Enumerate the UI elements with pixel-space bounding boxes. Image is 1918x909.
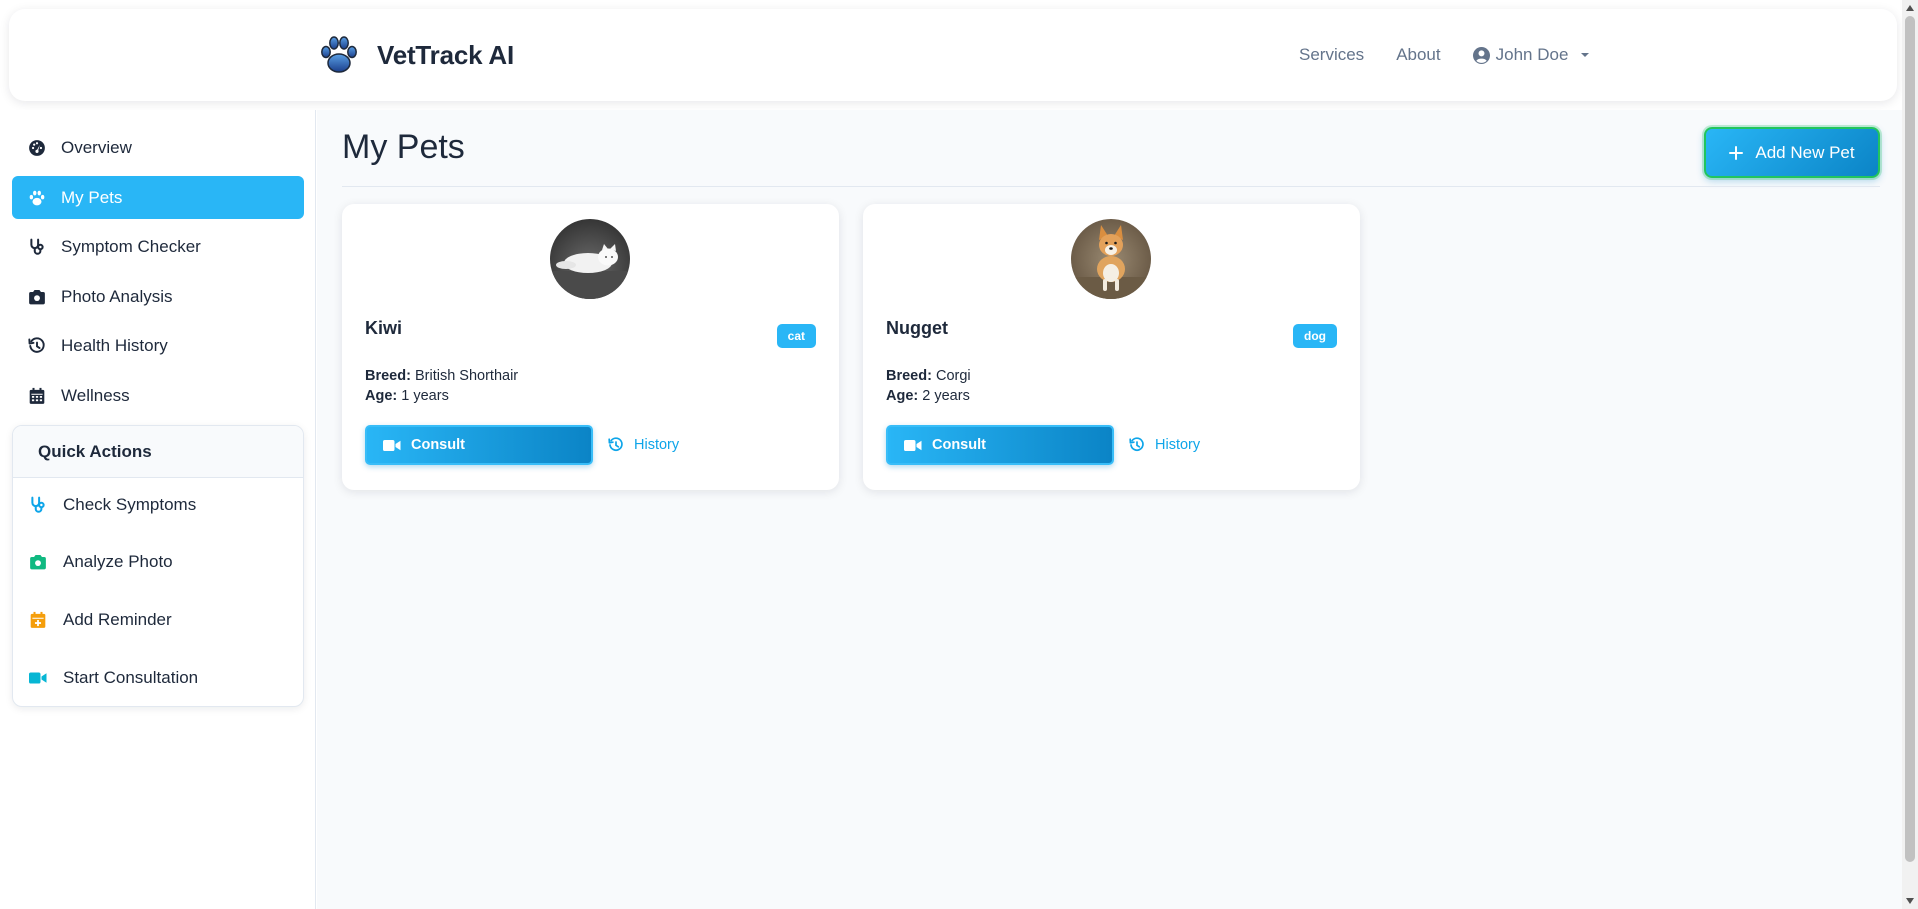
species-badge: dog bbox=[1293, 324, 1337, 348]
pet-breed: Breed: Corgi bbox=[886, 368, 971, 384]
add-new-pet-button[interactable]: Add New Pet bbox=[1704, 127, 1880, 178]
user-menu-dropdown[interactable]: John Doe bbox=[1472, 45, 1591, 65]
scroll-up-arrow-icon[interactable] bbox=[1906, 5, 1914, 11]
quick-actions-panel: Quick Actions Check Symptoms Analyze Pho… bbox=[12, 425, 304, 707]
user-name: John Doe bbox=[1495, 45, 1569, 64]
brand-name: VetTrack AI bbox=[377, 39, 515, 70]
dashboard-icon bbox=[29, 139, 45, 156]
quick-action-label: Start Consultation bbox=[63, 668, 199, 687]
calendar-icon bbox=[29, 387, 45, 404]
sidebar-item-label: Symptom Checker bbox=[61, 236, 201, 256]
breed-value: British Shorthair bbox=[414, 368, 519, 384]
quick-action-analyze-photo[interactable]: Analyze Photo bbox=[13, 540, 303, 584]
main-content: My Pets Add New Pet Kiwi cat Breed: Brit… bbox=[317, 110, 1902, 909]
caret-down-icon bbox=[1581, 53, 1590, 57]
history-label: History bbox=[634, 437, 680, 453]
add-new-pet-label: Add New Pet bbox=[1755, 142, 1855, 162]
sidebar-item-label: Overview bbox=[61, 137, 132, 157]
pet-breed: Breed: British Shorthair bbox=[365, 368, 518, 384]
camera-icon bbox=[30, 555, 46, 570]
quick-action-add-reminder[interactable]: Add Reminder bbox=[13, 598, 303, 642]
history-link[interactable]: History bbox=[608, 425, 679, 465]
stethoscope-icon bbox=[31, 496, 45, 513]
quick-action-label: Add Reminder bbox=[63, 610, 172, 629]
age-value: 1 years bbox=[401, 388, 449, 404]
paw-icon bbox=[29, 190, 45, 205]
age-value: 2 years bbox=[922, 388, 970, 404]
history-icon bbox=[608, 437, 623, 451]
age-label: Age: bbox=[365, 388, 398, 404]
top-navbar: VetTrack AI Services About John Doe bbox=[9, 9, 1897, 101]
sidebar-item-label: Wellness bbox=[61, 385, 130, 405]
breed-label: Breed: bbox=[886, 368, 932, 384]
pet-avatar-dog[interactable] bbox=[1071, 219, 1151, 299]
sidebar-item-photo-analysis[interactable]: Photo Analysis bbox=[12, 275, 304, 318]
video-icon bbox=[904, 439, 922, 451]
pet-name: Nugget bbox=[886, 318, 948, 338]
top-nav: Services About John Doe bbox=[1299, 9, 1590, 101]
nav-about-link[interactable]: About bbox=[1396, 45, 1440, 65]
sidebar-item-label: Health History bbox=[61, 335, 168, 355]
sidebar: Overview My Pets Symptom Checker Photo A… bbox=[0, 110, 316, 909]
quick-action-label: Analyze Photo bbox=[63, 552, 173, 571]
consult-button[interactable]: Consult bbox=[365, 425, 593, 465]
sidebar-item-my-pets[interactable]: My Pets bbox=[12, 176, 304, 219]
scroll-down-arrow-icon[interactable] bbox=[1906, 898, 1914, 904]
video-icon bbox=[29, 672, 47, 684]
pet-name: Kiwi bbox=[365, 318, 403, 338]
breed-value: Corgi bbox=[935, 368, 971, 384]
video-icon bbox=[383, 439, 401, 451]
paw-logo-icon bbox=[321, 36, 357, 73]
pet-card: Kiwi cat Breed: British Shorthair Age: 1… bbox=[342, 204, 839, 490]
consult-button[interactable]: Consult bbox=[886, 425, 1114, 465]
sidebar-item-label: Photo Analysis bbox=[61, 286, 173, 306]
calendar-plus-icon bbox=[30, 611, 46, 628]
history-label: History bbox=[1155, 437, 1201, 453]
sidebar-item-overview[interactable]: Overview bbox=[12, 126, 304, 169]
consult-label: Consult bbox=[411, 437, 465, 453]
pet-card: Nugget dog Breed: Corgi Age: 2 years Con… bbox=[863, 204, 1360, 490]
brand[interactable]: VetTrack AI bbox=[317, 9, 514, 101]
sidebar-item-wellness[interactable]: Wellness bbox=[12, 374, 304, 417]
species-badge: cat bbox=[776, 324, 816, 348]
sidebar-item-label: My Pets bbox=[61, 187, 123, 207]
scrollbar-thumb[interactable] bbox=[1905, 16, 1915, 862]
pet-age: Age: 2 years bbox=[886, 388, 970, 404]
history-link[interactable]: History bbox=[1129, 425, 1200, 465]
quick-action-check-symptoms[interactable]: Check Symptoms bbox=[13, 483, 303, 527]
consult-label: Consult bbox=[932, 437, 986, 453]
sidebar-item-health-history[interactable]: Health History bbox=[12, 324, 304, 367]
user-circle-icon bbox=[1472, 46, 1490, 64]
breed-label: Breed: bbox=[365, 368, 411, 384]
pet-age: Age: 1 years bbox=[365, 388, 449, 404]
plus-icon bbox=[1729, 145, 1744, 160]
title-divider bbox=[342, 186, 1880, 187]
pet-avatar-cat[interactable] bbox=[550, 219, 630, 299]
history-icon bbox=[1129, 437, 1144, 451]
page-scrollbar[interactable] bbox=[1902, 0, 1918, 909]
stethoscope-icon bbox=[30, 238, 44, 255]
age-label: Age: bbox=[886, 388, 919, 404]
page-title: My Pets bbox=[342, 128, 465, 166]
quick-action-label: Check Symptoms bbox=[63, 495, 197, 514]
quick-actions-title: Quick Actions bbox=[13, 426, 303, 478]
history-icon bbox=[28, 336, 45, 353]
camera-icon bbox=[29, 289, 45, 304]
sidebar-item-symptom-checker[interactable]: Symptom Checker bbox=[12, 225, 304, 268]
nav-services-link[interactable]: Services bbox=[1299, 45, 1364, 65]
quick-action-start-consultation[interactable]: Start Consultation bbox=[13, 656, 303, 700]
